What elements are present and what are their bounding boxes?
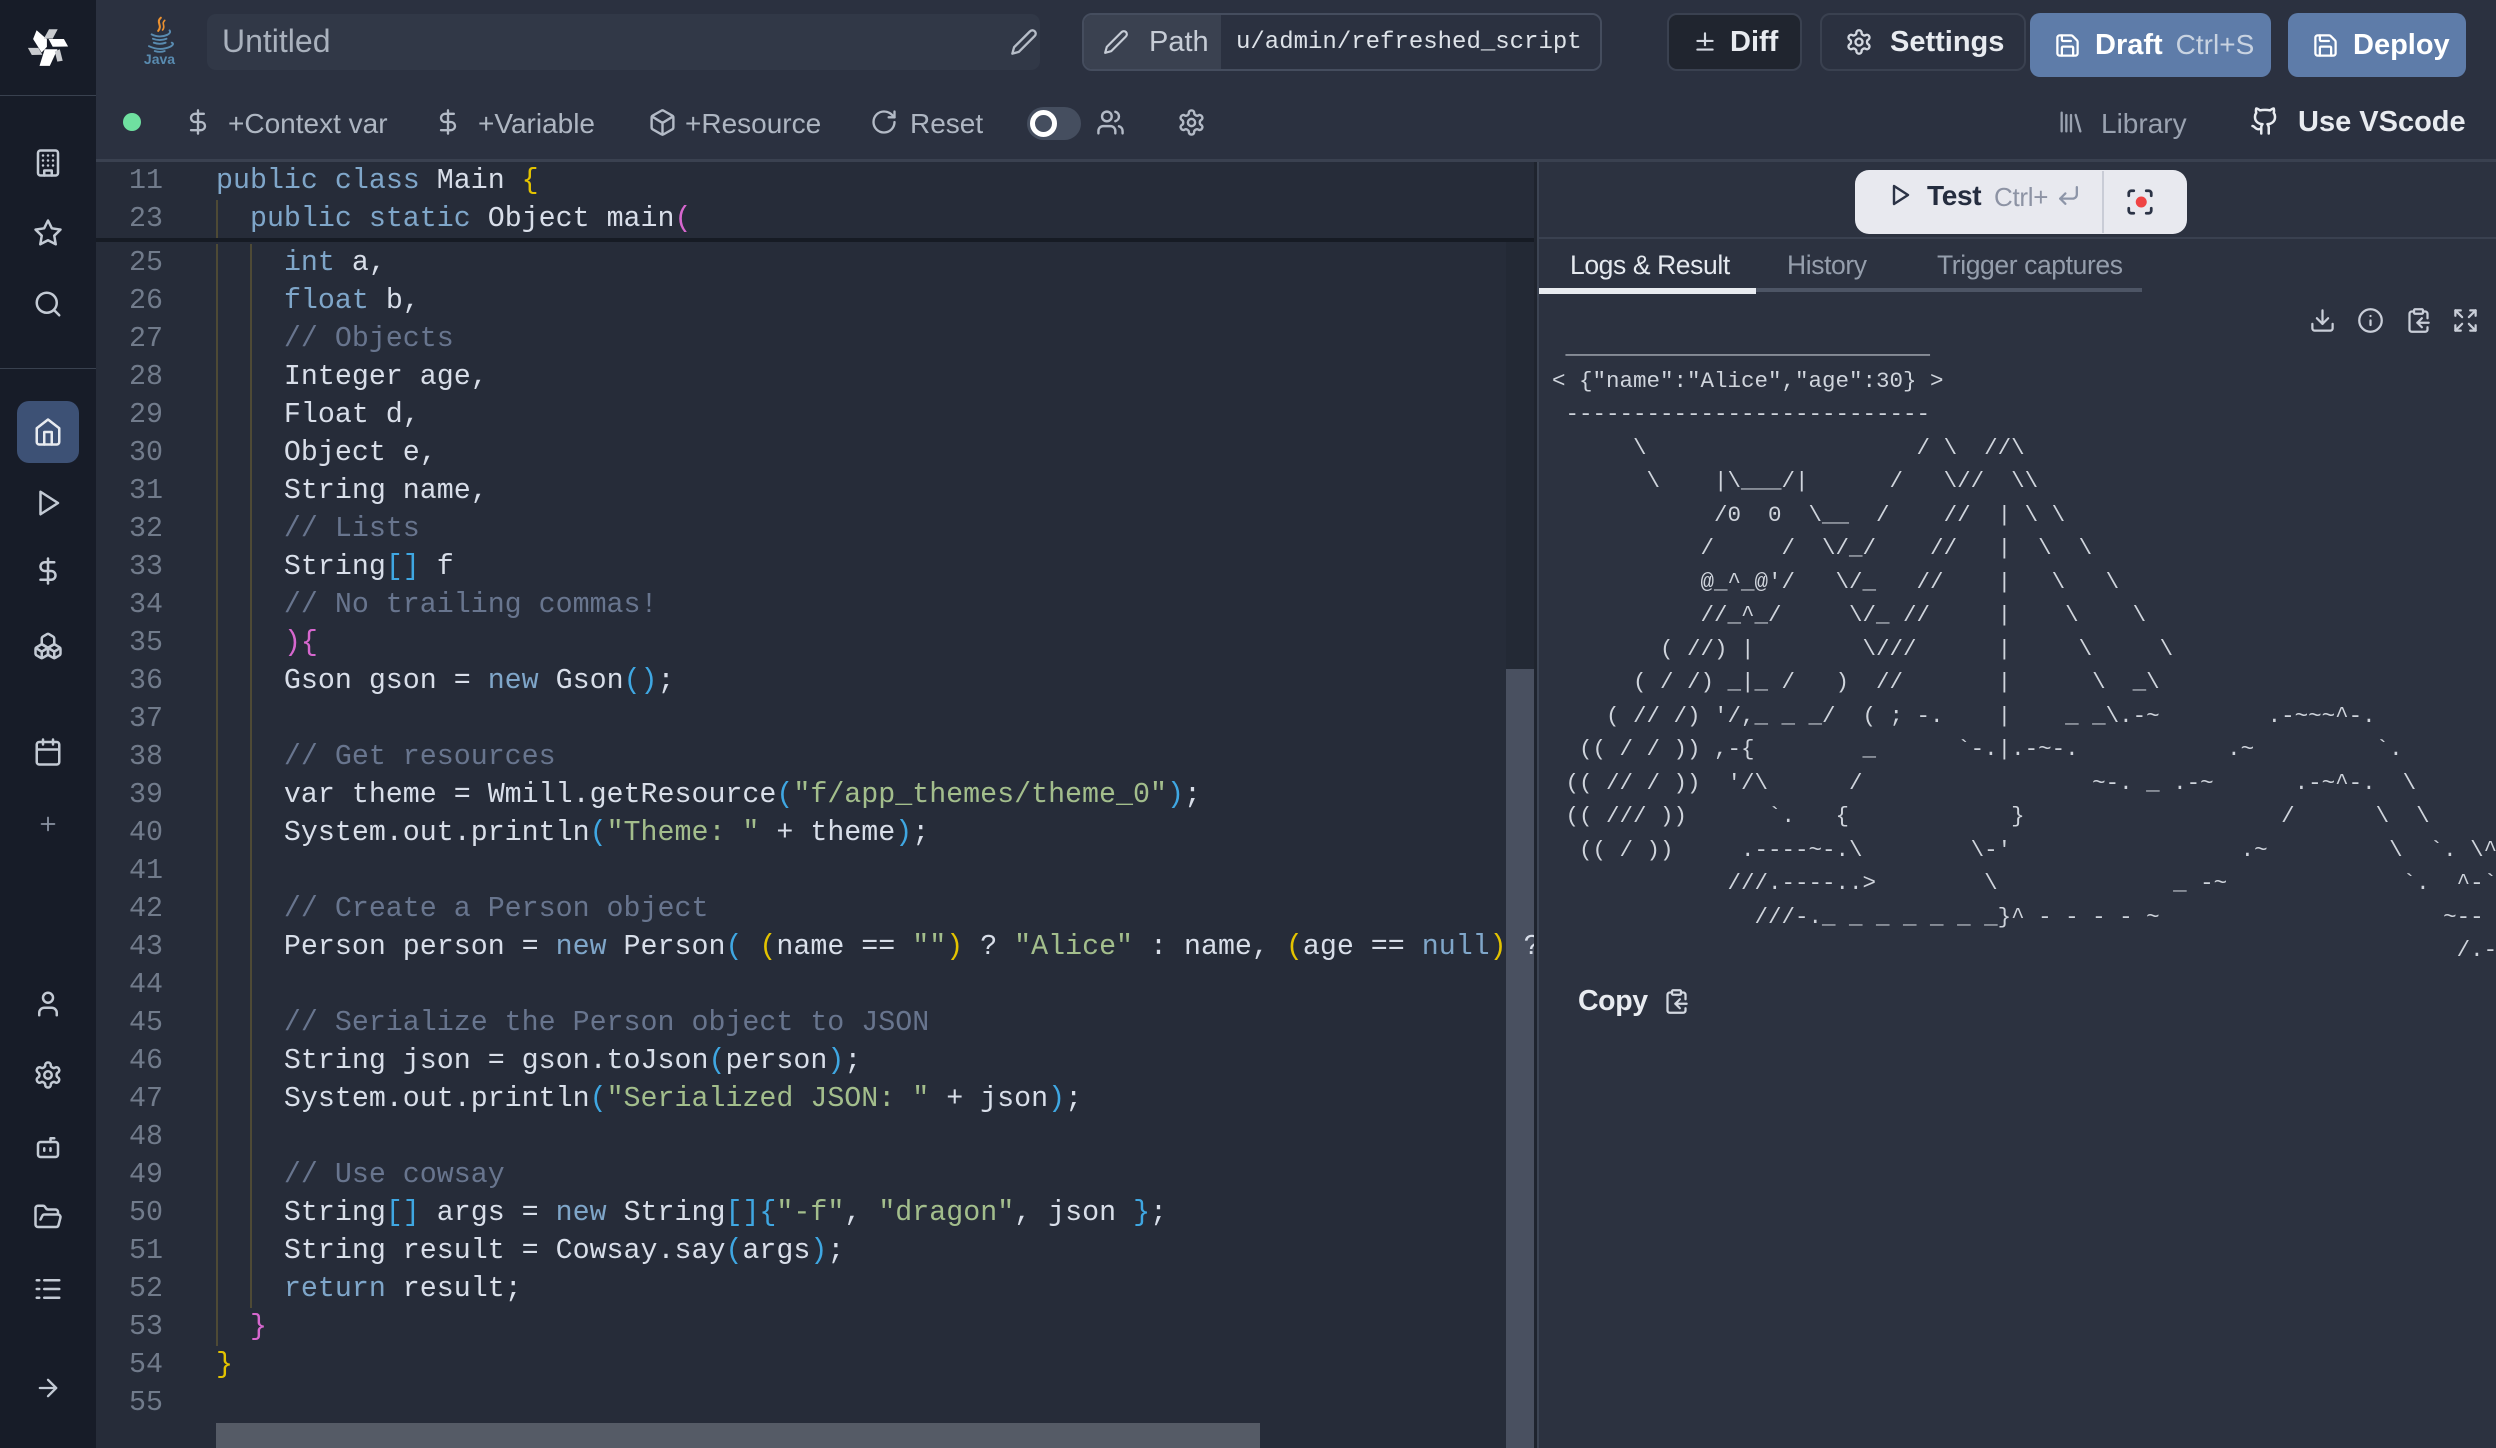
svg-text:Java: Java — [144, 51, 175, 66]
